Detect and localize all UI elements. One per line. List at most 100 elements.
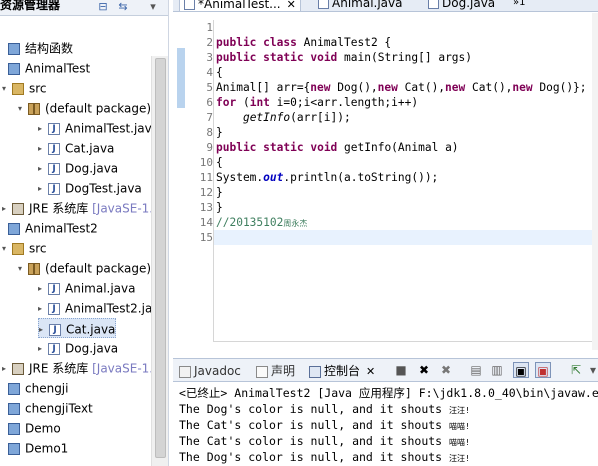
- code-line-11: System.out.println(a.toString());: [216, 171, 439, 184]
- line-number: 14: [199, 216, 213, 229]
- tree-item[interactable]: 结构函数: [0, 38, 73, 58]
- tree-item[interactable]: ▸ J Cat.java: [38, 318, 117, 340]
- tree-item[interactable]: ▸ J Dog.java: [38, 338, 118, 358]
- collapsed-arrow-icon[interactable]: ▸: [39, 320, 49, 340]
- tree-item[interactable]: ▸ J AnimalTest2.java: [38, 298, 167, 318]
- tab-overflow[interactable]: »1: [513, 0, 525, 11]
- tree-item-label: DogTest.java: [65, 181, 142, 196]
- tab-javadoc[interactable]: Javadoc: [179, 363, 241, 379]
- tree-item[interactable]: AnimalTest: [0, 58, 90, 78]
- tree-item[interactable]: chengjiText: [0, 398, 93, 418]
- link-with-editor-icon[interactable]: ⇆: [116, 0, 130, 14]
- collapsed-arrow-icon[interactable]: ▸: [38, 159, 48, 179]
- tree-item-label: AnimalTest2: [25, 221, 98, 236]
- expanded-arrow-icon[interactable]: ▾: [18, 259, 28, 279]
- tree-item[interactable]: ▾ src: [2, 238, 47, 258]
- tree-item[interactable]: ▾ (default package): [18, 98, 151, 118]
- tab-label: 控制台: [324, 364, 361, 378]
- tab-label: Javadoc: [194, 364, 241, 378]
- tab-animal[interactable]: Animal.java: [318, 0, 402, 11]
- remove-launch-icon[interactable]: ✖: [416, 362, 432, 378]
- java-file-icon: J: [48, 162, 60, 175]
- collapsed-arrow-icon[interactable]: ▸: [2, 199, 12, 219]
- tree-item-label: (default package): [45, 261, 152, 276]
- tree-item[interactable]: ▾ (default package): [18, 258, 151, 278]
- tree-item[interactable]: chengji: [0, 378, 68, 398]
- code-line-10: {: [216, 156, 223, 169]
- tree-item[interactable]: ▸ J DogTest.java: [38, 178, 142, 198]
- tree-item[interactable]: ▸ J AnimalTest.java: [38, 118, 159, 138]
- console-output-line: The Dog's color is null, and it shouts 汪…: [179, 402, 470, 416]
- collapsed-arrow-icon[interactable]: ▸: [38, 339, 48, 359]
- tree-item[interactable]: Demo: [0, 418, 61, 438]
- code-line-3: public static void main(String[] args): [216, 51, 473, 64]
- java-file-icon: [428, 0, 439, 9]
- pin-console-icon[interactable]: ⇱: [568, 362, 584, 378]
- show-console-on-stderr-icon[interactable]: ▣: [535, 362, 551, 378]
- tree-item[interactable]: ▸ J Animal.java: [38, 278, 135, 298]
- source-folder-icon: [12, 242, 24, 255]
- close-icon[interactable]: ✕: [366, 365, 375, 378]
- tree-item[interactable]: ▾ src: [2, 78, 47, 98]
- display-console-chevron-down-icon[interactable]: ▾: [585, 362, 598, 378]
- code-line-13: }: [216, 201, 223, 214]
- tab-declaration[interactable]: 声明: [256, 363, 295, 379]
- comment-text: //20135102: [216, 216, 284, 229]
- line-number: 2: [206, 36, 213, 49]
- tree-item-label: chengji: [25, 381, 69, 396]
- line-number: 1: [206, 21, 213, 34]
- tree-item-label: src: [29, 81, 47, 96]
- console-status-line: <已终止> AnimalTest2 [Java 应用程序] F:\jdk1.8.…: [179, 386, 598, 400]
- view-menu-chevron-down-icon[interactable]: ▾: [146, 0, 160, 14]
- collapsed-arrow-icon[interactable]: ▸: [2, 359, 12, 379]
- line-number: 5: [206, 81, 213, 94]
- explorer-scrollbar[interactable]: [151, 56, 168, 466]
- line-number: 4: [206, 66, 213, 79]
- terminate-icon[interactable]: ■: [393, 362, 409, 378]
- code-line-7: getInfo(arr[i]);: [242, 111, 351, 124]
- tab-dog[interactable]: Dog.java: [428, 0, 495, 11]
- remove-all-terminated-icon[interactable]: ✖: [438, 362, 454, 378]
- collapsed-arrow-icon[interactable]: ▸: [38, 179, 48, 199]
- collapsed-arrow-icon[interactable]: ▸: [38, 119, 48, 139]
- tree-item-label: src: [29, 241, 47, 256]
- collapsed-arrow-icon[interactable]: ▸: [38, 299, 48, 319]
- expanded-arrow-icon[interactable]: ▾: [2, 79, 12, 99]
- tree-item[interactable]: AnimalTest2: [0, 218, 98, 238]
- line-number: 15: [199, 231, 213, 244]
- line-number: 11: [199, 171, 213, 184]
- close-icon[interactable]: ✕: [287, 0, 296, 11]
- console-output[interactable]: <已终止> AnimalTest2 [Java 应用程序] F:\jdk1.8.…: [173, 383, 598, 466]
- project-icon: [8, 402, 20, 415]
- tab-animaltest2[interactable]: *AnimalTest... ✕: [179, 0, 301, 11]
- console-output-line: The Cat's color is null, and it shouts 喵…: [179, 434, 470, 448]
- tree-item[interactable]: ▸ JRE 系统库 [JavaSE-1.8]: [2, 198, 165, 218]
- code-editor[interactable]: 1 2 3 4 5 6 7 8 9 10 11 12 13 14 15 public class Anima…: [173, 13, 598, 350]
- collapsed-arrow-icon[interactable]: ▸: [38, 139, 48, 159]
- scroll-lock-icon[interactable]: ▥: [489, 362, 505, 378]
- show-console-on-stdout-icon[interactable]: ▣: [513, 362, 529, 378]
- tree-item[interactable]: ▸ JRE 系统库 [JavaSE-1.8]: [2, 358, 165, 378]
- clear-console-icon[interactable]: ▤: [468, 362, 484, 378]
- collapsed-arrow-icon[interactable]: ▸: [38, 279, 48, 299]
- tree-item[interactable]: ▸ J Dog.java: [38, 158, 118, 178]
- tree-item[interactable]: ▸ J Cat.java: [38, 138, 114, 158]
- package-explorer: 资源管理器 ⊟ ⇆ ▾ 结构函数 AnimalTest ▾ src ▾ (default …: [0, 0, 169, 466]
- change-marker: [177, 48, 185, 108]
- tab-label: Animal.java: [332, 0, 403, 10]
- console-output-line: The Cat's color is null, and it shouts 喵…: [179, 418, 470, 432]
- explorer-scrollbar-thumb[interactable]: [155, 58, 166, 458]
- code-line-8: }: [216, 126, 223, 139]
- code-area[interactable]: public class AnimalTest2 { public static…: [213, 20, 598, 342]
- java-file-icon: [184, 0, 195, 10]
- code-line-5: Animal[] arr={new Dog(),new Cat(),new Ca…: [216, 81, 587, 94]
- collapse-all-icon[interactable]: ⊟: [96, 0, 110, 14]
- java-file-icon: J: [48, 342, 60, 355]
- code-line-14: //20135102周永杰: [216, 215, 307, 230]
- expanded-arrow-icon[interactable]: ▾: [18, 99, 28, 119]
- tree-item-label: chengjiText: [25, 401, 93, 416]
- tree-item-label: Dog.java: [65, 161, 119, 176]
- tab-console[interactable]: 控制台 ✕: [309, 363, 375, 379]
- expanded-arrow-icon[interactable]: ▾: [2, 239, 12, 259]
- tree-item[interactable]: Demo1: [0, 438, 68, 458]
